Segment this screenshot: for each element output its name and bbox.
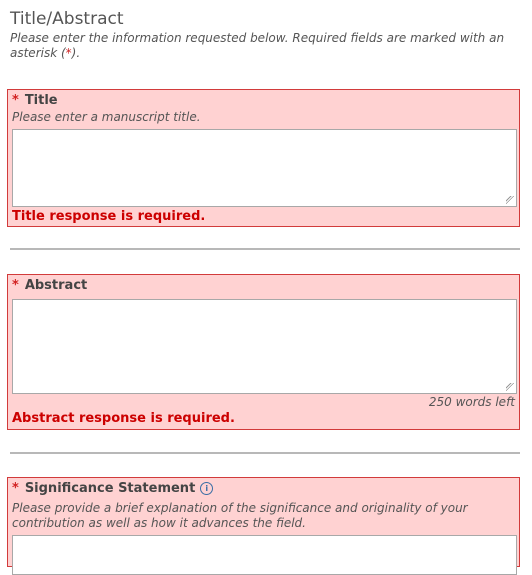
title-hint: Please enter a manuscript title. — [12, 110, 201, 124]
abstract-word-count: 250 words left — [428, 395, 515, 409]
resize-grip-icon[interactable] — [506, 196, 514, 204]
significance-label-text: Significance Statement — [24, 481, 196, 496]
section-divider — [10, 452, 520, 454]
required-star: * — [12, 93, 19, 108]
required-star: * — [12, 278, 19, 293]
abstract-label: * Abstract — [12, 278, 87, 293]
instructions-prefix: Please enter the information requested b… — [10, 31, 505, 60]
significance-hint: Please provide a brief explanation of th… — [12, 501, 468, 530]
abstract-field-group: * Abstract 250 words left Abstract respon… — [7, 274, 520, 430]
significance-field-group: * Significance Statement i Please provide … — [7, 477, 520, 575]
instructions-text: Please enter the information requested b… — [10, 31, 515, 61]
instructions-suffix: ). — [71, 46, 81, 60]
abstract-textarea[interactable] — [12, 299, 517, 394]
section-divider — [10, 248, 520, 250]
significance-label: * Significance Statement i — [12, 481, 214, 496]
abstract-error-message: Abstract response is required. — [12, 411, 235, 426]
title-field-group: * Title Please enter a manuscript title. … — [7, 89, 520, 227]
section-title: Title/Abstract — [10, 9, 124, 29]
abstract-label-text: Abstract — [24, 278, 88, 293]
required-star: * — [12, 481, 19, 496]
title-textarea[interactable] — [12, 129, 517, 207]
resize-grip-icon[interactable] — [506, 383, 514, 391]
title-error-message: Title response is required. — [12, 209, 206, 224]
significance-textarea[interactable] — [12, 535, 517, 575]
title-label: * Title — [12, 93, 58, 108]
title-label-text: Title — [24, 93, 58, 108]
info-icon[interactable]: i — [200, 482, 214, 495]
